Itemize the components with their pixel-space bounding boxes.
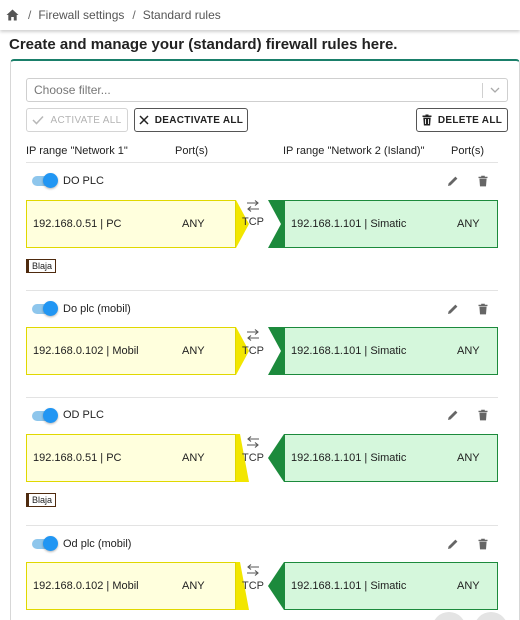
- rule-item: OD PLC 192.168.0.51 | PC ANY TCP 192.168…: [26, 398, 498, 526]
- breadcrumb: / Firewall settings / Standard rules: [0, 0, 520, 30]
- column-ports-network-2: Port(s): [451, 145, 484, 157]
- rule-toggle[interactable]: [32, 301, 58, 316]
- rule-toggle[interactable]: [32, 408, 58, 423]
- breadcrumb-standard-rules: Standard rules: [142, 8, 221, 22]
- trash-icon[interactable]: [477, 175, 489, 187]
- trash-icon[interactable]: [477, 538, 489, 550]
- breadcrumb-separator: /: [132, 8, 136, 22]
- column-ip-range-network-2: IP range "Network 2 (Island)": [283, 145, 425, 157]
- edit-icon[interactable]: [447, 538, 459, 550]
- rule-item: Do plc (mobil) 192.168.0.102 | Mobil ANY…: [26, 291, 498, 398]
- rule-name: Do plc (mobil): [63, 303, 131, 315]
- breadcrumb-separator: /: [28, 8, 32, 22]
- network-1-ip: 192.168.0.102 | Mobil: [33, 580, 139, 592]
- rule-name: Od plc (mobil): [63, 538, 132, 550]
- rule-name: DO PLC: [63, 175, 104, 187]
- network-2-range: 192.168.1.101 | Simatic ANY: [284, 327, 498, 375]
- chevron-down-icon[interactable]: [489, 84, 501, 96]
- network-1-port: ANY: [182, 345, 205, 357]
- trash-icon[interactable]: [477, 409, 489, 421]
- network-2-ip: 192.168.1.101 | Simatic: [291, 218, 407, 230]
- network-1-range: 192.168.0.51 | PC ANY: [26, 200, 236, 248]
- rule-name: OD PLC: [63, 409, 104, 421]
- rule-toggle[interactable]: [32, 536, 58, 551]
- edit-icon[interactable]: [447, 175, 459, 187]
- protocol-label: TCP: [242, 452, 264, 464]
- rule-tag: Blaja: [26, 493, 57, 507]
- network-1-port: ANY: [182, 452, 205, 464]
- arrow-right-icon: [247, 329, 259, 341]
- delete-all-label: DELETE ALL: [437, 114, 503, 126]
- network-2-range: 192.168.1.101 | Simatic ANY: [284, 562, 498, 610]
- network-2-ip: 192.168.1.101 | Simatic: [291, 345, 407, 357]
- network-2-range: 192.168.1.101 | Simatic ANY: [284, 200, 498, 248]
- network-1-range: 192.168.0.51 | PC ANY: [26, 434, 236, 482]
- activate-all-button[interactable]: ACTIVATE ALL: [26, 108, 128, 132]
- rule-toggle[interactable]: [32, 173, 58, 188]
- network-1-ip: 192.168.0.102 | Mobil: [33, 345, 139, 357]
- deactivate-all-button[interactable]: DEACTIVATE ALL: [134, 108, 248, 132]
- network-2-port: ANY: [457, 580, 480, 592]
- check-icon: [32, 115, 45, 125]
- rule-item: DO PLC 192.168.0.51 | PC ANY TCP 192.168…: [26, 163, 498, 291]
- edit-icon[interactable]: [447, 303, 459, 315]
- column-ip-range-network-1: IP range "Network 1": [26, 145, 128, 157]
- rule-tag: Blaja: [26, 259, 57, 273]
- network-2-range: 192.168.1.101 | Simatic ANY: [284, 434, 498, 482]
- network-1-port: ANY: [182, 218, 205, 230]
- page-title: Create and manage your (standard) firewa…: [9, 36, 398, 53]
- direction-arrow-green: [268, 200, 284, 248]
- activate-all-label: ACTIVATE ALL: [50, 114, 122, 126]
- network-1-range: 192.168.0.102 | Mobil ANY: [26, 327, 236, 375]
- direction-arrow-green: [268, 434, 284, 482]
- network-2-port: ANY: [457, 218, 480, 230]
- protocol-label: TCP: [242, 345, 264, 357]
- direction-arrow-green: [268, 562, 284, 610]
- network-1-ip: 192.168.0.51 | PC: [33, 452, 122, 464]
- deactivate-all-label: DEACTIVATE ALL: [154, 114, 244, 126]
- protocol-label: TCP: [242, 580, 264, 592]
- edit-icon[interactable]: [447, 409, 459, 421]
- trash-icon[interactable]: [477, 303, 489, 315]
- protocol-label: TCP: [242, 216, 264, 228]
- filter-divider: [482, 83, 483, 98]
- column-ports-network-1: Port(s): [175, 145, 208, 157]
- network-1-port: ANY: [182, 580, 205, 592]
- delete-all-button[interactable]: DELETE ALL: [416, 108, 508, 132]
- breadcrumb-firewall-settings[interactable]: Firewall settings: [38, 8, 124, 22]
- trash-icon: [422, 114, 432, 126]
- direction-arrow-green: [268, 327, 284, 375]
- close-icon: [139, 115, 149, 125]
- network-2-port: ANY: [457, 345, 480, 357]
- arrow-left-icon: [247, 564, 259, 576]
- filter-placeholder: Choose filter...: [34, 83, 111, 97]
- filter-select[interactable]: Choose filter...: [26, 78, 508, 102]
- network-2-ip: 192.168.1.101 | Simatic: [291, 452, 407, 464]
- rule-item: Od plc (mobil) 192.168.0.102 | Mobil ANY…: [26, 526, 498, 620]
- home-icon[interactable]: [6, 8, 20, 22]
- arrow-right-icon: [247, 200, 259, 212]
- network-1-range: 192.168.0.102 | Mobil ANY: [26, 562, 236, 610]
- arrow-left-icon: [247, 436, 259, 448]
- network-1-ip: 192.168.0.51 | PC: [33, 218, 122, 230]
- network-2-port: ANY: [457, 452, 480, 464]
- network-2-ip: 192.168.1.101 | Simatic: [291, 580, 407, 592]
